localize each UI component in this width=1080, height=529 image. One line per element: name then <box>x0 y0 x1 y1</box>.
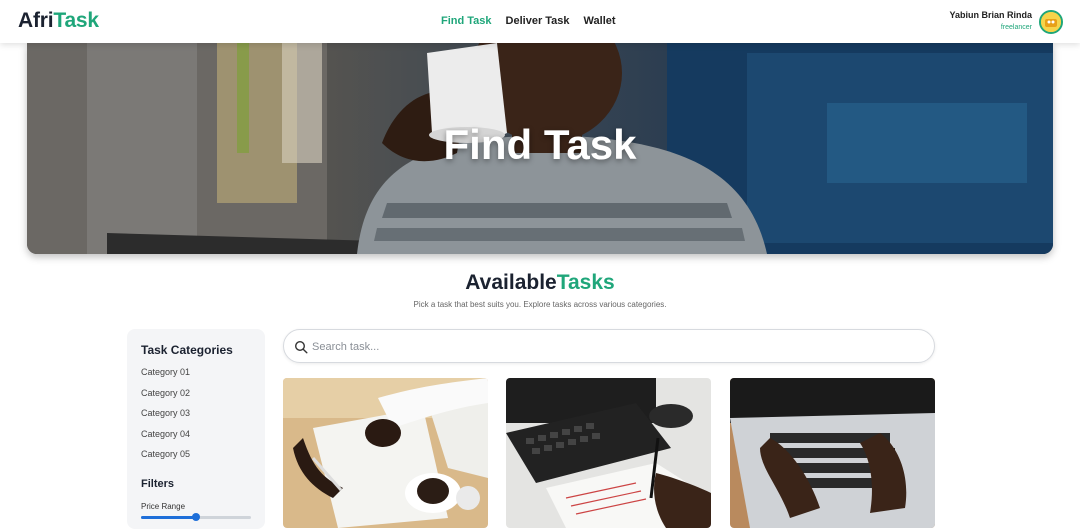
search-input[interactable] <box>312 338 912 356</box>
hero-title: Find Task <box>443 121 637 168</box>
top-navbar: AfriTask Find Task Deliver Task Wallet Y… <box>0 0 1080 43</box>
filter-sidebar: Task Categories Category 01 Category 02 … <box>127 329 265 529</box>
task-card-image <box>506 378 711 528</box>
user-name: Yabiun Brian Rinda <box>949 10 1032 20</box>
user-info[interactable]: Yabiun Brian Rinda freelancer <box>949 10 1032 31</box>
nav-deliver-task[interactable]: Deliver Task <box>506 15 570 27</box>
section-title: AvailableTasks <box>0 271 1080 295</box>
task-card-image <box>730 378 935 528</box>
search-icon[interactable] <box>294 340 308 354</box>
section-title-part1: Available <box>465 271 557 294</box>
avatar-icon[interactable] <box>1039 10 1063 34</box>
user-role: freelancer <box>1000 24 1032 31</box>
section-title-part2: Tasks <box>556 271 615 294</box>
search-bar <box>283 329 935 363</box>
category-item-05[interactable]: Category 05 <box>141 449 251 470</box>
task-card[interactable] <box>730 378 935 528</box>
nav-wallet[interactable]: Wallet <box>584 15 616 27</box>
price-range-label: Price Range <box>141 501 186 511</box>
category-item-03[interactable]: Category 03 <box>141 408 251 429</box>
task-card-image <box>283 378 488 528</box>
filters-heading: Filters <box>141 477 175 490</box>
brand-logo-part1: Afri <box>18 9 54 32</box>
nav-find-task[interactable]: Find Task <box>441 15 492 27</box>
categories-heading: Task Categories <box>141 343 233 357</box>
category-item-02[interactable]: Category 02 <box>141 388 251 409</box>
main-nav: Find Task Deliver Task Wallet <box>441 15 616 27</box>
brand-logo-part2: Task <box>53 9 99 32</box>
category-item-04[interactable]: Category 04 <box>141 429 251 450</box>
price-range-handle[interactable] <box>192 513 200 521</box>
task-card[interactable] <box>506 378 711 528</box>
hero-banner: Find Task <box>27 43 1053 254</box>
task-card[interactable] <box>283 378 488 528</box>
section-subtitle: Pick a task that best suits you. Explore… <box>413 300 667 309</box>
category-item-01[interactable]: Category 01 <box>141 367 251 388</box>
brand-logo[interactable]: AfriTask <box>18 9 99 33</box>
